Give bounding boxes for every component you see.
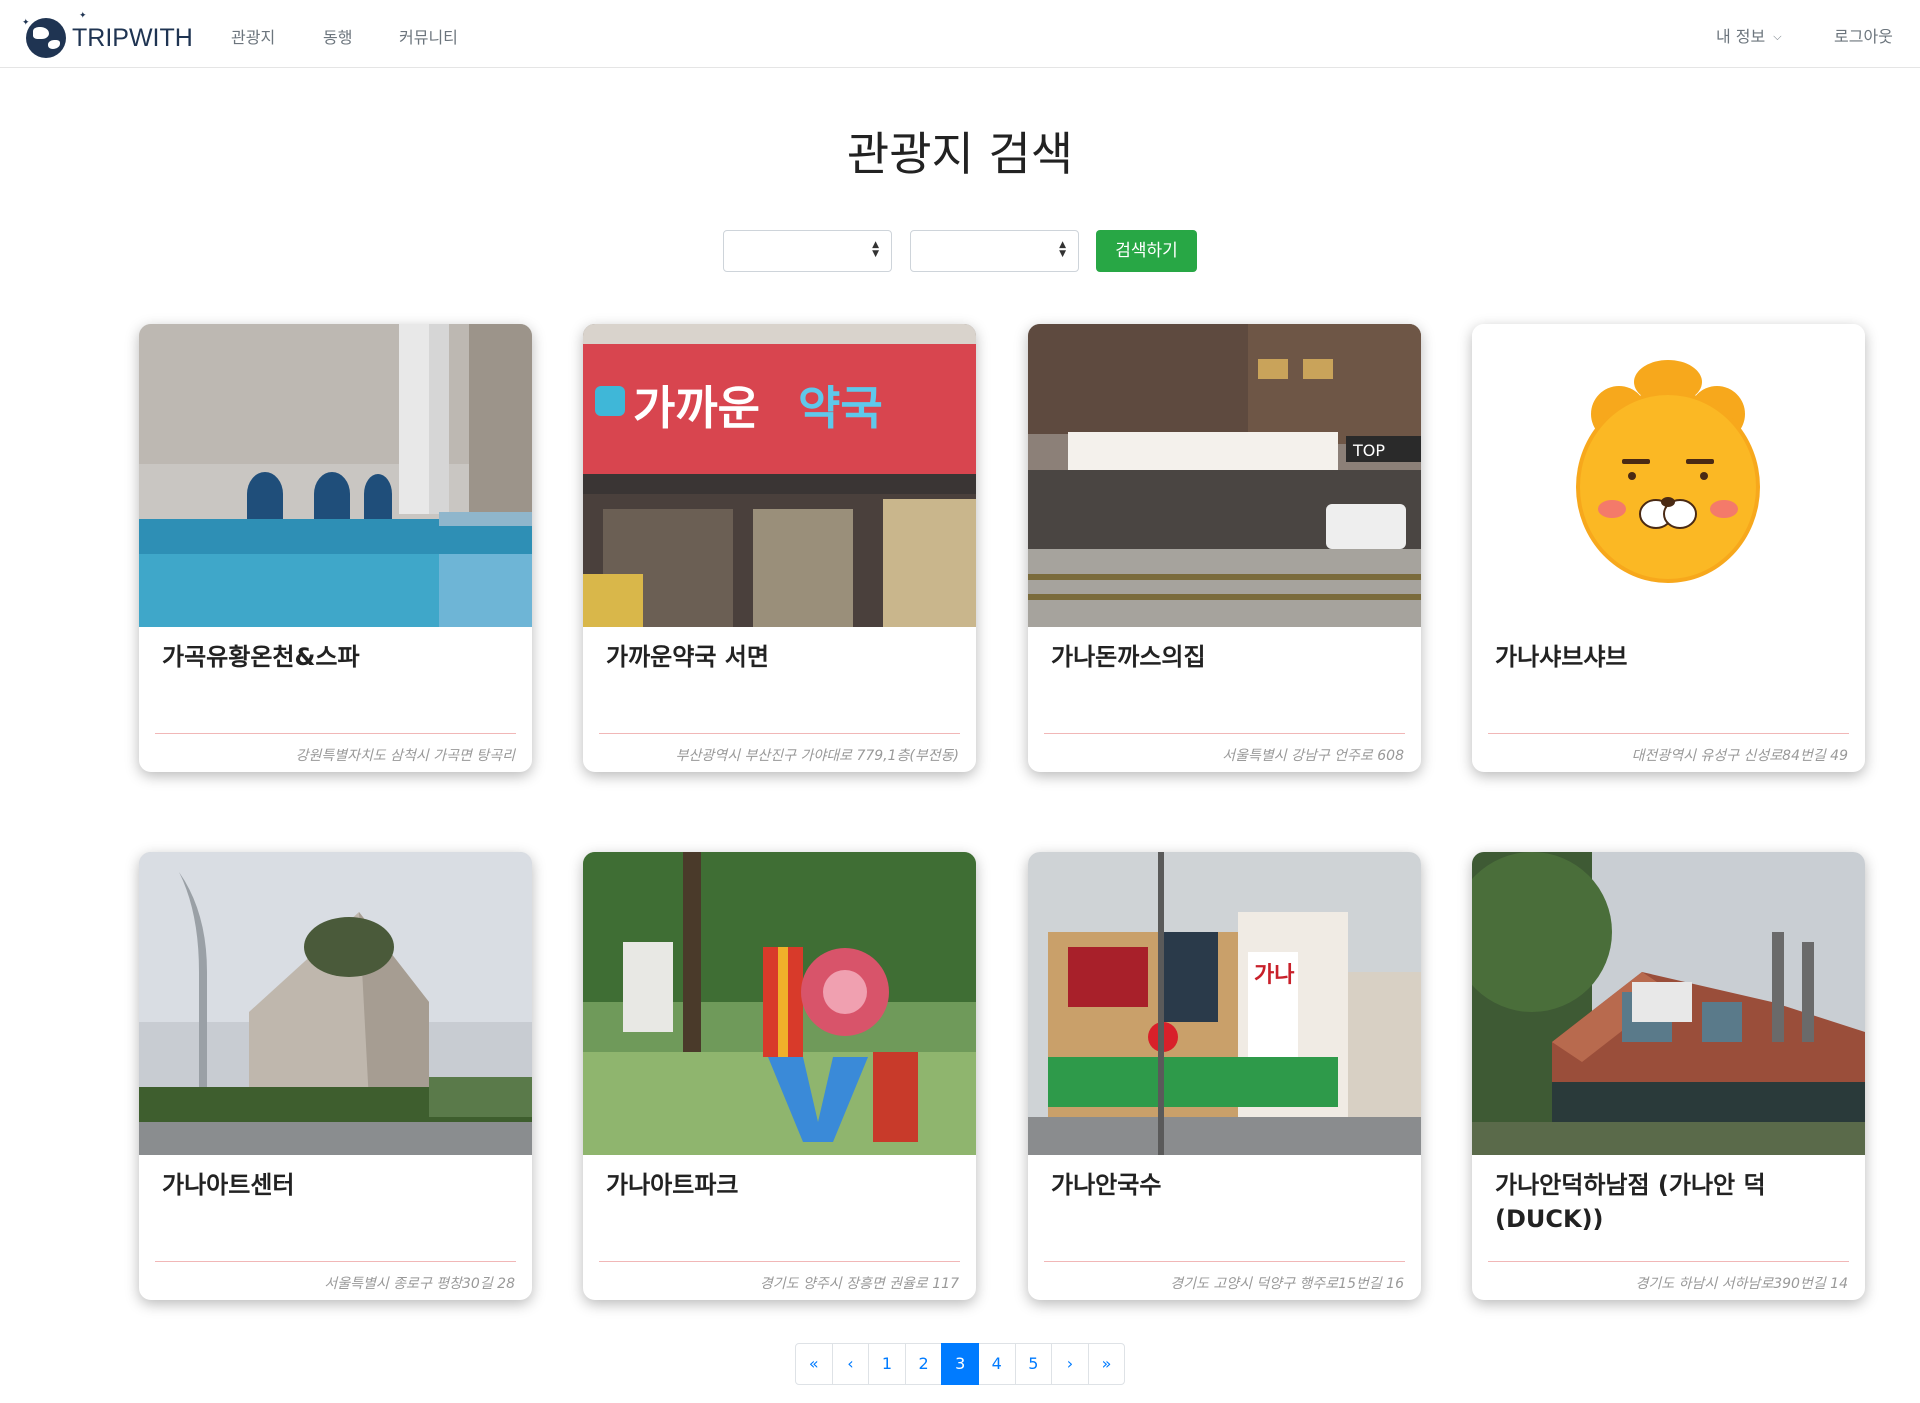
- svg-text:TOP: TOP: [1352, 441, 1385, 460]
- card-title: 가나아트파크: [606, 1171, 739, 1199]
- brick-restaurant-photo: [1472, 852, 1865, 1155]
- card-address: 경기도 양주시 장흥면 권율로 117: [759, 1276, 959, 1292]
- attraction-card[interactable]: 가나 가나안국수 경기도 고양시 덕양구 행주로15번길 16: [1028, 852, 1421, 1300]
- attraction-card[interactable]: 가나샤브샤브 대전광역시 유성구 신성로84번길 49: [1472, 324, 1865, 772]
- select-arrows-icon: ▲ ▼: [872, 240, 879, 259]
- pagination: « ‹ 1 2 3 4 5 › »: [795, 1343, 1126, 1385]
- select-arrows-icon: ▲ ▼: [1059, 240, 1066, 259]
- attraction-card[interactable]: 가나아트파크 경기도 양주시 장흥면 권율로 117: [583, 852, 976, 1300]
- card-divider: [1488, 1261, 1849, 1262]
- top-navbar: ✦ ✦ TRIPWITH 관광지 동행 커뮤니티 내 정보 ⌵ 로그아웃: [0, 0, 1920, 68]
- indoor-pool-photo: [139, 324, 532, 627]
- page-button-active[interactable]: 3: [941, 1343, 979, 1385]
- card-divider: [1044, 733, 1405, 734]
- nav-link-attractions[interactable]: 관광지: [231, 24, 275, 48]
- svg-text:가까운: 가까운: [633, 381, 760, 435]
- logo-text: TRIPWITH: [72, 24, 193, 52]
- card-address: 대전광역시 유성구 신성로84번길 49: [1631, 748, 1848, 764]
- attraction-card[interactable]: 가나안덕하남점 (가나안 덕 (DUCK)) 경기도 하남시 서하남로390번길…: [1472, 852, 1865, 1300]
- card-address: 부산광역시 부산진구 가야대로 779,1층(부전동): [675, 748, 959, 764]
- card-divider: [599, 1261, 960, 1262]
- nav-link-community[interactable]: 커뮤니티: [399, 24, 458, 48]
- svg-text:약국: 약국: [798, 381, 883, 435]
- page-title: 관광지 검색: [846, 127, 1074, 181]
- art-center-building-photo: [139, 852, 532, 1155]
- card-title: 가나아트센터: [162, 1171, 295, 1199]
- love-sculpture-park-photo: [583, 852, 976, 1155]
- attraction-card[interactable]: 가곡유황온천&스파 강원특별자치도 삼척시 가곡면 탕곡리: [139, 324, 532, 772]
- card-divider: [155, 733, 516, 734]
- card-title: 가까운약국 서면: [606, 643, 769, 671]
- svg-text:가나: 가나: [1254, 963, 1294, 988]
- card-title: 가나안국수: [1051, 1171, 1162, 1199]
- last-page-button[interactable]: »: [1087, 1343, 1126, 1385]
- star-icon: ✦: [22, 18, 30, 28]
- card-address: 서울특별시 강남구 언주로 608: [1222, 748, 1404, 764]
- street-building-photo: TOP: [1028, 324, 1421, 627]
- attraction-card[interactable]: TOP 가나돈까스의집 서울특별시 강남구 언주로 608: [1028, 324, 1421, 772]
- region-select[interactable]: ▲ ▼: [723, 230, 892, 272]
- subregion-select[interactable]: ▲ ▼: [910, 230, 1079, 272]
- search-button[interactable]: 검색하기: [1096, 230, 1197, 272]
- my-info-label: 내 정보: [1716, 27, 1766, 46]
- page-button[interactable]: 2: [904, 1343, 943, 1385]
- nav-link-companion[interactable]: 동행: [323, 24, 352, 48]
- card-address: 강원특별자치도 삼척시 가곡면 탕곡리: [295, 748, 515, 764]
- card-divider: [155, 1261, 516, 1262]
- pharmacy-storefront-photo: 가까운 약국: [583, 324, 976, 627]
- chevron-down-icon: ⌵: [1773, 30, 1782, 43]
- card-title: 가곡유황온천&스파: [162, 643, 360, 671]
- card-divider: [1488, 733, 1849, 734]
- card-divider: [1044, 1261, 1405, 1262]
- card-title: 가나샤브샤브: [1495, 643, 1628, 671]
- logout-link[interactable]: 로그아웃: [1834, 23, 1893, 47]
- card-address: 경기도 고양시 덕양구 행주로15번길 16: [1170, 1276, 1404, 1292]
- page-button[interactable]: 4: [977, 1343, 1016, 1385]
- attraction-card[interactable]: 가까운 약국 가까운약국 서면 부산광역시 부산진구 가야대로 779,1층(부…: [583, 324, 976, 772]
- my-info-dropdown[interactable]: 내 정보 ⌵: [1716, 23, 1782, 47]
- next-page-button[interactable]: ›: [1051, 1343, 1089, 1385]
- first-page-button[interactable]: «: [795, 1343, 833, 1385]
- page-button[interactable]: 1: [868, 1343, 906, 1385]
- cartoon-lion-placeholder: [1472, 324, 1865, 627]
- noodle-restaurant-photo: 가나: [1028, 852, 1421, 1155]
- page-button[interactable]: 5: [1014, 1343, 1053, 1385]
- card-divider: [599, 733, 960, 734]
- star-icon: ✦: [79, 11, 87, 21]
- card-title: 가나안덕하남점 (가나안 덕 (DUCK)): [1495, 1171, 1766, 1233]
- card-address: 서울특별시 종로구 평창30길 28: [324, 1276, 515, 1292]
- globe-icon: [26, 18, 66, 58]
- attraction-card[interactable]: 가나아트센터 서울특별시 종로구 평창30길 28: [139, 852, 532, 1300]
- prev-page-button[interactable]: ‹: [831, 1343, 870, 1385]
- card-address: 경기도 하남시 서하남로390번길 14: [1635, 1276, 1848, 1292]
- tripwith-logo[interactable]: ✦ ✦ TRIPWITH: [22, 11, 193, 58]
- card-title: 가나돈까스의집: [1051, 643, 1206, 671]
